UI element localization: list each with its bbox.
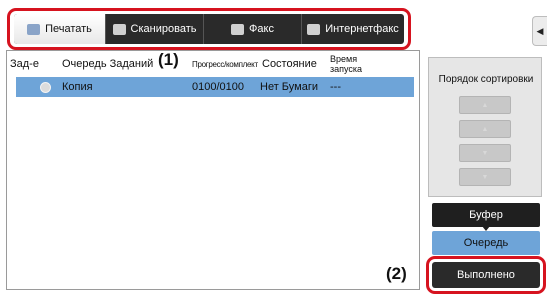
move-top-button[interactable]: ▲ [459, 96, 511, 114]
row-start-time: --- [330, 81, 341, 93]
header-start-line2: запуска [330, 64, 363, 74]
move-up-button[interactable]: ▲ [459, 120, 511, 138]
move-up-icon: ▲ [481, 125, 489, 133]
sort-order-title: Порядок сортировки [438, 74, 534, 85]
move-top-icon: ▲ [481, 101, 489, 109]
header-start-time: Время запуска [330, 53, 362, 75]
move-bottom-icon: ▼ [481, 173, 489, 181]
callout-label-2: (2) [386, 264, 407, 283]
move-bottom-button[interactable]: ▼ [459, 168, 511, 186]
side-panel-toggle[interactable]: ◀ [532, 16, 547, 46]
header-queue: Очередь Заданий [62, 58, 154, 70]
move-down-icon: ▼ [481, 149, 489, 157]
row-queue-name: Копия [62, 81, 93, 93]
job-status-screen: Печатать Сканировать Факс Интернетфакс ◀… [0, 0, 547, 298]
header-progress: Прогресс/комплект [192, 59, 258, 69]
table-row[interactable]: Копия 0100/0100 Нет Бумаги --- [16, 77, 414, 97]
done-highlight [426, 256, 546, 294]
move-down-button[interactable]: ▼ [459, 144, 511, 162]
row-progress: 0100/0100 [192, 81, 244, 93]
queue-button[interactable]: Очередь [432, 231, 540, 255]
header-start-line1: Время [330, 54, 358, 64]
copy-job-icon [40, 81, 51, 93]
row-status: Нет Бумаги [260, 81, 318, 93]
buffer-button[interactable]: Буфер [432, 203, 540, 227]
sort-order-panel: Порядок сортировки ▲ ▲ ▼ ▼ [428, 57, 542, 197]
header-job: Зад-е [10, 58, 39, 70]
table-header: Зад-е Очередь Заданий Прогресс/комплект … [8, 53, 418, 75]
row-icon-cell [40, 77, 51, 97]
header-status: Состояние [262, 58, 317, 70]
side-arrow-icon: ◀ [536, 25, 544, 36]
tabs-highlight [7, 8, 411, 50]
callout-label-1: (1) [158, 50, 179, 69]
